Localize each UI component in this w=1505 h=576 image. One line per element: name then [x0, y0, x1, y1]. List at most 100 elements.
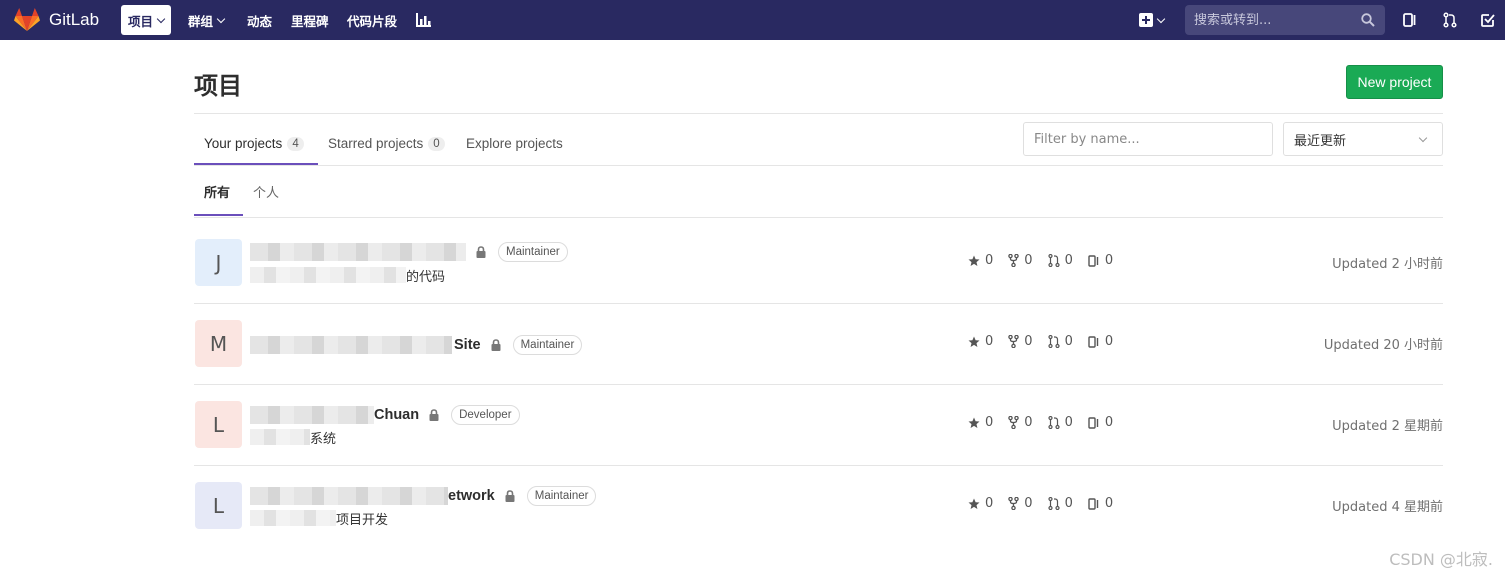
nav-milestones-label: 里程碑: [291, 13, 329, 29]
fork-icon: [1008, 254, 1020, 267]
fork-icon: [1008, 335, 1020, 348]
merge-requests-stat[interactable]: 0: [1047, 253, 1073, 268]
tab-count-badge: 4: [287, 136, 304, 151]
gitlab-logo-icon[interactable]: [14, 8, 40, 32]
project-title: Maintainer: [250, 242, 568, 262]
project-description: 项目开发: [250, 509, 388, 528]
stars-stat[interactable]: 0: [968, 334, 993, 349]
filter-by-name-input[interactable]: [1023, 122, 1273, 156]
project-stats: 0 0 0 0: [968, 496, 1128, 511]
issues-stat[interactable]: 0: [1088, 496, 1113, 511]
forks-count: 0: [1024, 334, 1033, 349]
merge-requests-stat[interactable]: 0: [1047, 496, 1073, 511]
merge-requests-count: 0: [1064, 253, 1073, 268]
updated-time: Updated 20 小时前: [1323, 338, 1443, 353]
project-name[interactable]: etwork: [448, 488, 495, 504]
project-avatar[interactable]: M: [195, 320, 242, 367]
role-badge: Maintainer: [526, 486, 597, 506]
project-avatar[interactable]: L: [195, 482, 242, 529]
project-row: L Chuan Developer 系统 0 0 0 0 Updated 2 星…: [194, 380, 1443, 461]
stars-stat[interactable]: 0: [968, 415, 993, 430]
lock-icon: [429, 409, 439, 421]
tab-explore-projects[interactable]: Explore projects: [466, 122, 563, 165]
nav-milestones[interactable]: 里程碑: [284, 5, 336, 35]
sort-dropdown[interactable]: 最近更新: [1283, 122, 1443, 156]
issues-stat[interactable]: 0: [1088, 253, 1113, 268]
merge-request-icon: [1047, 416, 1060, 429]
nav-projects[interactable]: 项目: [121, 5, 172, 35]
forks-stat[interactable]: 0: [1008, 496, 1033, 511]
project-description-text: 系统: [310, 431, 337, 447]
merge-requests-stat[interactable]: 0: [1047, 334, 1073, 349]
project-avatar[interactable]: L: [195, 401, 242, 448]
nav-groups[interactable]: 群组: [181, 5, 231, 35]
nav-snippets-label: 代码片段: [347, 13, 398, 29]
divider: [194, 113, 1443, 114]
star-icon: [968, 255, 980, 266]
global-search[interactable]: [1185, 5, 1385, 35]
watermark: CSDN @北寂.: [1389, 550, 1493, 569]
subtab-personal[interactable]: 个人: [253, 166, 279, 216]
project-title: Site Maintainer: [250, 335, 583, 355]
stars-stat[interactable]: 0: [968, 253, 993, 268]
nav-snippets[interactable]: 代码片段: [340, 5, 404, 35]
nav-projects-label: 项目: [128, 13, 154, 29]
forks-stat[interactable]: 0: [1008, 253, 1033, 268]
project-row: M Site Maintainer 0 0 0 0 Updated 20 小时前: [194, 299, 1443, 380]
stars-count: 0: [985, 334, 994, 349]
chevron-down-icon: [156, 14, 166, 23]
merge-requests-count: 0: [1064, 334, 1073, 349]
redacted-description: [250, 510, 336, 526]
chevron-down-icon: [1418, 133, 1428, 143]
issues-icon: [1088, 254, 1099, 267]
project-stats: 0 0 0 0: [968, 334, 1128, 349]
search-input[interactable]: [1185, 12, 1355, 28]
star-icon: [968, 417, 980, 428]
stars-count: 0: [985, 415, 994, 430]
nav-activity[interactable]: 动态: [240, 5, 279, 35]
todo-icon[interactable]: [1478, 10, 1498, 30]
stars-count: 0: [985, 253, 994, 268]
project-avatar[interactable]: J: [195, 239, 242, 286]
stars-stat[interactable]: 0: [968, 496, 993, 511]
issues-icon: [1088, 416, 1099, 429]
merge-request-icon: [1047, 254, 1060, 267]
project-title: Chuan Developer: [250, 405, 520, 425]
tab-starred-projects-label: Starred projects: [328, 136, 424, 151]
lock-icon: [491, 339, 501, 351]
updated-time: Updated 2 星期前: [1332, 419, 1443, 434]
search-icon[interactable]: [1361, 13, 1375, 27]
new-project-button[interactable]: New project: [1346, 65, 1443, 99]
redacted-name: [250, 243, 466, 261]
chevron-down-icon: [216, 14, 226, 23]
project-row: J Maintainer 的代码 0 0 0 0 Updated 2 小时前: [194, 218, 1443, 299]
forks-count: 0: [1024, 415, 1033, 430]
tab-your-projects[interactable]: Your projects 4: [204, 122, 304, 165]
project-name[interactable]: Chuan: [374, 407, 419, 423]
issues-stat[interactable]: 0: [1088, 334, 1113, 349]
brand-name[interactable]: GitLab: [49, 10, 99, 30]
issues-count: 0: [1104, 415, 1114, 430]
redacted-description: [250, 429, 310, 445]
new-item-dropdown[interactable]: [1134, 10, 1168, 30]
issues-icon[interactable]: [1400, 10, 1420, 30]
forks-count: 0: [1024, 253, 1033, 268]
issues-stat[interactable]: 0: [1088, 415, 1113, 430]
project-stats: 0 0 0 0: [968, 415, 1128, 430]
merge-requests-stat[interactable]: 0: [1047, 415, 1073, 430]
forks-stat[interactable]: 0: [1008, 334, 1033, 349]
forks-stat[interactable]: 0: [1008, 415, 1033, 430]
tab-explore-projects-label: Explore projects: [466, 136, 563, 151]
merge-request-icon[interactable]: [1440, 10, 1460, 30]
chart-icon[interactable]: [414, 10, 434, 30]
merge-request-icon: [1047, 335, 1060, 348]
subtab-all[interactable]: 所有: [204, 166, 230, 216]
tab-starred-projects[interactable]: Starred projects 0: [328, 122, 445, 165]
redacted-name: [250, 406, 374, 424]
tab-your-projects-label: Your projects: [204, 136, 283, 151]
project-description: 系统: [250, 428, 337, 447]
lock-icon: [476, 246, 486, 258]
page-title: 项目: [194, 72, 242, 100]
role-badge: Developer: [451, 405, 520, 425]
project-name[interactable]: Site: [454, 337, 481, 353]
